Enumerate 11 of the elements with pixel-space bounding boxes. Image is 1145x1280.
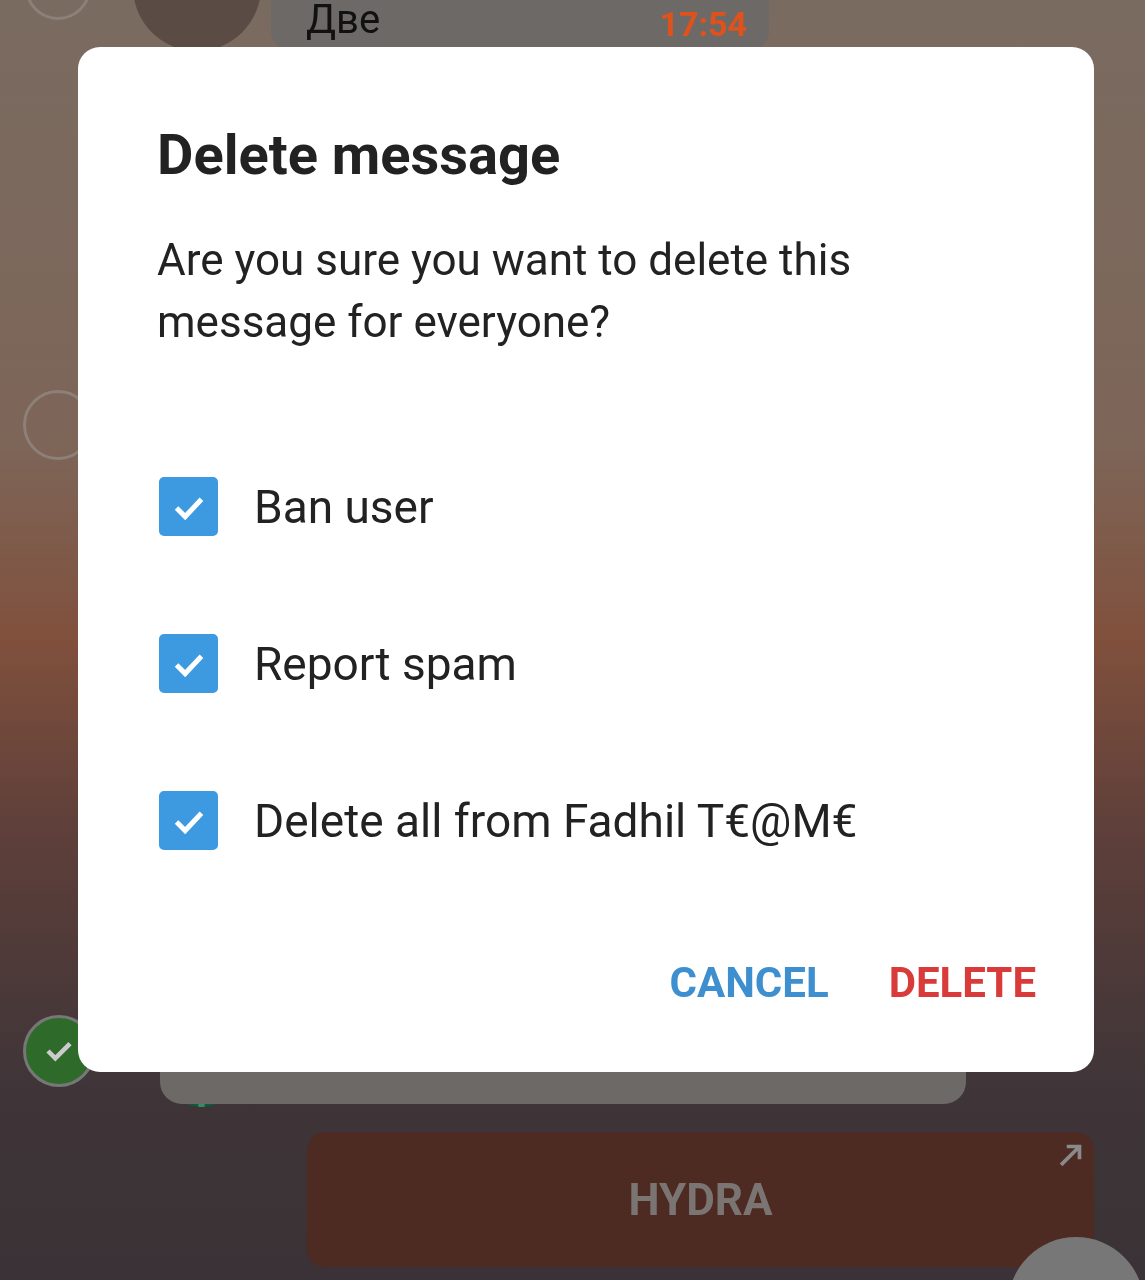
checkbox[interactable] [159,791,218,850]
dialog-title: Delete message [157,121,562,190]
delete-button[interactable]: DELETE [888,950,1036,1015]
checkbox-label[interactable]: Report spam [254,636,517,691]
checkbox[interactable] [159,634,218,693]
message-text: Две [306,0,381,42]
checkbox-label[interactable]: Ban user [254,479,434,534]
message-time: 17:54 [659,4,747,44]
checkbox[interactable] [159,477,218,536]
checkbox-label[interactable]: Delete all from Fadhil T€@M€ [254,793,858,848]
dialog-message: Are you sure you want to delete this message for everyone? [157,233,853,350]
